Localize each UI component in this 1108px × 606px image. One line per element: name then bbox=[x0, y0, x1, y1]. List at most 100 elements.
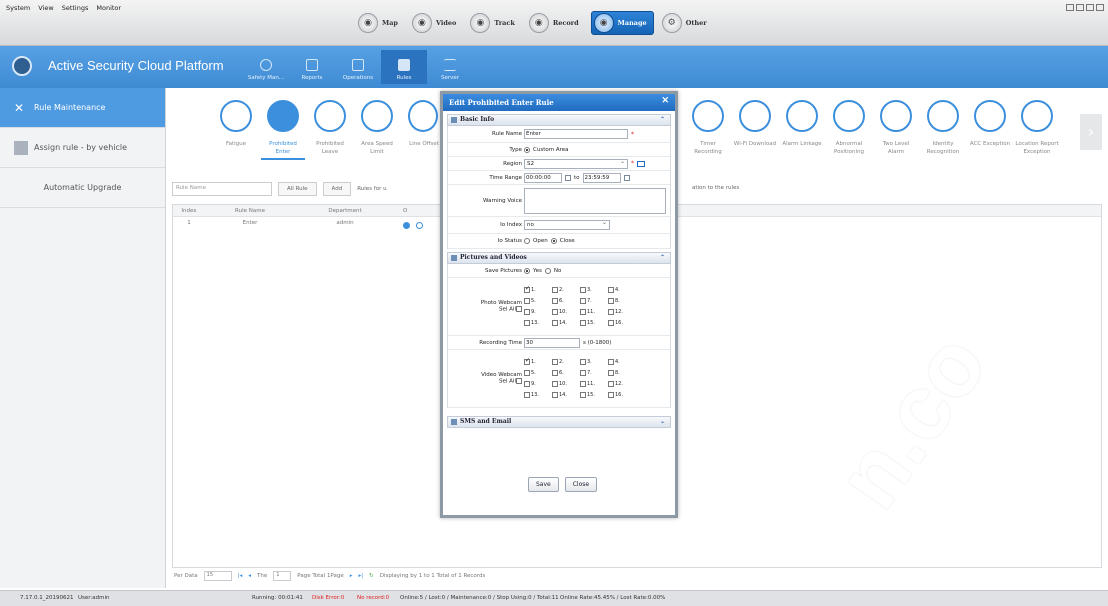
channel-checkbox-item[interactable]: 5. bbox=[524, 298, 552, 304]
video-sel-all-checkbox[interactable] bbox=[516, 378, 522, 385]
tab-reports[interactable]: Reports bbox=[289, 50, 335, 84]
wifi-download-rule-icon[interactable] bbox=[739, 100, 771, 132]
monitor-icon[interactable] bbox=[637, 160, 645, 167]
recording-time-input[interactable]: 30 bbox=[524, 337, 580, 348]
channel-checkbox[interactable] bbox=[524, 298, 530, 304]
next-arrow-icon[interactable]: › bbox=[1080, 114, 1102, 150]
all-rule-button[interactable]: All Rule bbox=[278, 182, 317, 196]
channel-checkbox[interactable] bbox=[608, 370, 614, 376]
channel-checkbox-item[interactable]: 11. bbox=[580, 309, 608, 315]
channel-checkbox[interactable] bbox=[552, 298, 558, 304]
channel-checkbox[interactable] bbox=[524, 381, 530, 387]
channel-checkbox[interactable] bbox=[580, 381, 586, 387]
close-icon[interactable] bbox=[1096, 4, 1104, 11]
channel-checkbox-item[interactable]: 11. bbox=[580, 381, 608, 387]
channel-checkbox[interactable] bbox=[552, 359, 558, 365]
region-select[interactable]: S2 bbox=[524, 158, 628, 169]
menu-view[interactable]: View bbox=[38, 4, 53, 12]
tab-server[interactable]: Server bbox=[427, 50, 473, 84]
type-radio[interactable] bbox=[524, 146, 530, 153]
time-from-input[interactable]: 00:00:00 bbox=[524, 172, 562, 183]
channel-checkbox-item[interactable]: 3. bbox=[580, 359, 608, 365]
nav-record-button[interactable]: ◉ Record bbox=[527, 11, 585, 35]
close-icon[interactable]: ✕ bbox=[661, 96, 669, 106]
channel-checkbox-item[interactable]: 12. bbox=[608, 381, 636, 387]
tab-safety-management[interactable]: Safety Man... bbox=[243, 50, 289, 84]
channel-checkbox[interactable] bbox=[580, 320, 586, 326]
channel-checkbox-item[interactable]: 12. bbox=[608, 309, 636, 315]
channel-checkbox[interactable] bbox=[580, 309, 586, 315]
channel-checkbox[interactable] bbox=[552, 320, 558, 326]
channel-checkbox-item[interactable]: 8. bbox=[608, 298, 636, 304]
channel-checkbox-item[interactable]: 15. bbox=[580, 392, 608, 398]
collapse-chevron-icon[interactable]: ⌃ bbox=[660, 253, 665, 263]
channel-checkbox-item[interactable]: 3. bbox=[580, 287, 608, 293]
channel-checkbox-item[interactable]: 2. bbox=[552, 287, 580, 293]
expand-chevron-icon[interactable]: ⌄ bbox=[660, 417, 665, 427]
page-number-input[interactable]: 1 bbox=[273, 571, 292, 581]
save-pictures-yes-radio[interactable] bbox=[524, 267, 530, 274]
channel-checkbox-item[interactable]: 9. bbox=[524, 381, 552, 387]
tab-operations[interactable]: Operations bbox=[335, 50, 381, 84]
identity-recognition-rule-icon[interactable] bbox=[927, 100, 959, 132]
minimize-icon[interactable] bbox=[1066, 4, 1074, 11]
channel-checkbox-item[interactable]: 7. bbox=[580, 298, 608, 304]
pictures-videos-section-header[interactable]: Pictures and Videos ⌃ bbox=[447, 252, 671, 264]
channel-checkbox-item[interactable]: 8. bbox=[608, 370, 636, 376]
time-to-input[interactable]: 23:59:59 bbox=[582, 172, 621, 183]
channel-checkbox-item[interactable]: 4. bbox=[608, 359, 636, 365]
channel-checkbox[interactable] bbox=[552, 392, 558, 398]
save-button[interactable]: Save bbox=[528, 477, 559, 492]
io-open-radio[interactable] bbox=[524, 238, 530, 244]
channel-checkbox-item[interactable]: 15. bbox=[580, 320, 608, 326]
line-offset-rule-icon[interactable] bbox=[408, 100, 438, 132]
channel-checkbox[interactable] bbox=[580, 392, 586, 398]
sidebar-item-automatic-upgrade[interactable]: Automatic Upgrade bbox=[0, 168, 165, 208]
channel-checkbox-item[interactable]: 16. bbox=[608, 320, 636, 326]
collapse-chevron-icon[interactable]: ⌃ bbox=[660, 115, 665, 125]
prohibited-enter-rule-icon[interactable] bbox=[267, 100, 299, 132]
menu-monitor[interactable]: Monitor bbox=[96, 4, 121, 12]
two-level-alarm-rule-icon[interactable] bbox=[880, 100, 912, 132]
channel-checkbox[interactable] bbox=[524, 320, 530, 326]
channel-checkbox[interactable] bbox=[524, 392, 530, 398]
channel-checkbox[interactable] bbox=[580, 370, 586, 376]
warning-voice-textarea[interactable] bbox=[524, 187, 666, 214]
first-page-icon[interactable]: |◂ bbox=[238, 573, 243, 579]
area-speed-limit-rule-icon[interactable] bbox=[361, 100, 393, 132]
nav-manage-button[interactable]: ◉ Manage bbox=[590, 11, 654, 35]
sidebar-item-assign-rule[interactable]: Assign rule - by vehicle bbox=[0, 128, 165, 168]
sms-email-section-header[interactable]: SMS and Email ⌄ bbox=[447, 416, 671, 428]
channel-checkbox[interactable] bbox=[608, 320, 614, 326]
channel-checkbox-item[interactable]: 14. bbox=[552, 392, 580, 398]
channel-checkbox-item[interactable]: 13. bbox=[524, 320, 552, 326]
calendar-icon[interactable] bbox=[565, 174, 571, 181]
channel-checkbox-item[interactable]: 6. bbox=[552, 298, 580, 304]
channel-checkbox-item[interactable]: 10. bbox=[552, 381, 580, 387]
nav-other-button[interactable]: ⚙ Other bbox=[660, 11, 713, 35]
sidebar-item-rule-maintenance[interactable]: ✕ Rule Maintenance bbox=[0, 88, 165, 128]
channel-checkbox-item[interactable]: 5. bbox=[524, 370, 552, 376]
channel-checkbox[interactable] bbox=[608, 381, 614, 387]
rule-name-input[interactable]: Enter bbox=[524, 129, 628, 139]
channel-checkbox[interactable] bbox=[524, 309, 530, 315]
per-data-select[interactable]: 15 bbox=[203, 571, 232, 581]
menu-system[interactable]: System bbox=[6, 4, 30, 12]
channel-checkbox-item[interactable]: 1. bbox=[524, 285, 552, 293]
menu-settings[interactable]: Settings bbox=[62, 4, 89, 12]
channel-checkbox[interactable] bbox=[608, 309, 614, 315]
channel-checkbox-item[interactable]: 9. bbox=[524, 309, 552, 315]
channel-checkbox-item[interactable]: 6. bbox=[552, 370, 580, 376]
channel-checkbox[interactable] bbox=[580, 359, 586, 365]
channel-checkbox[interactable] bbox=[580, 298, 586, 304]
settings-icon[interactable] bbox=[416, 222, 423, 229]
photo-sel-all-checkbox[interactable] bbox=[516, 306, 522, 313]
channel-checkbox[interactable] bbox=[552, 309, 558, 315]
location-report-exception-rule-icon[interactable] bbox=[1021, 100, 1053, 132]
io-index-select[interactable]: no bbox=[524, 219, 610, 230]
channel-checkbox[interactable] bbox=[552, 287, 558, 293]
rule-name-search-input[interactable]: Rule Name bbox=[172, 182, 272, 196]
nav-track-button[interactable]: ◉ Track bbox=[468, 11, 520, 35]
tab-rules[interactable]: Rules bbox=[381, 50, 427, 84]
calendar-icon[interactable] bbox=[623, 174, 630, 181]
